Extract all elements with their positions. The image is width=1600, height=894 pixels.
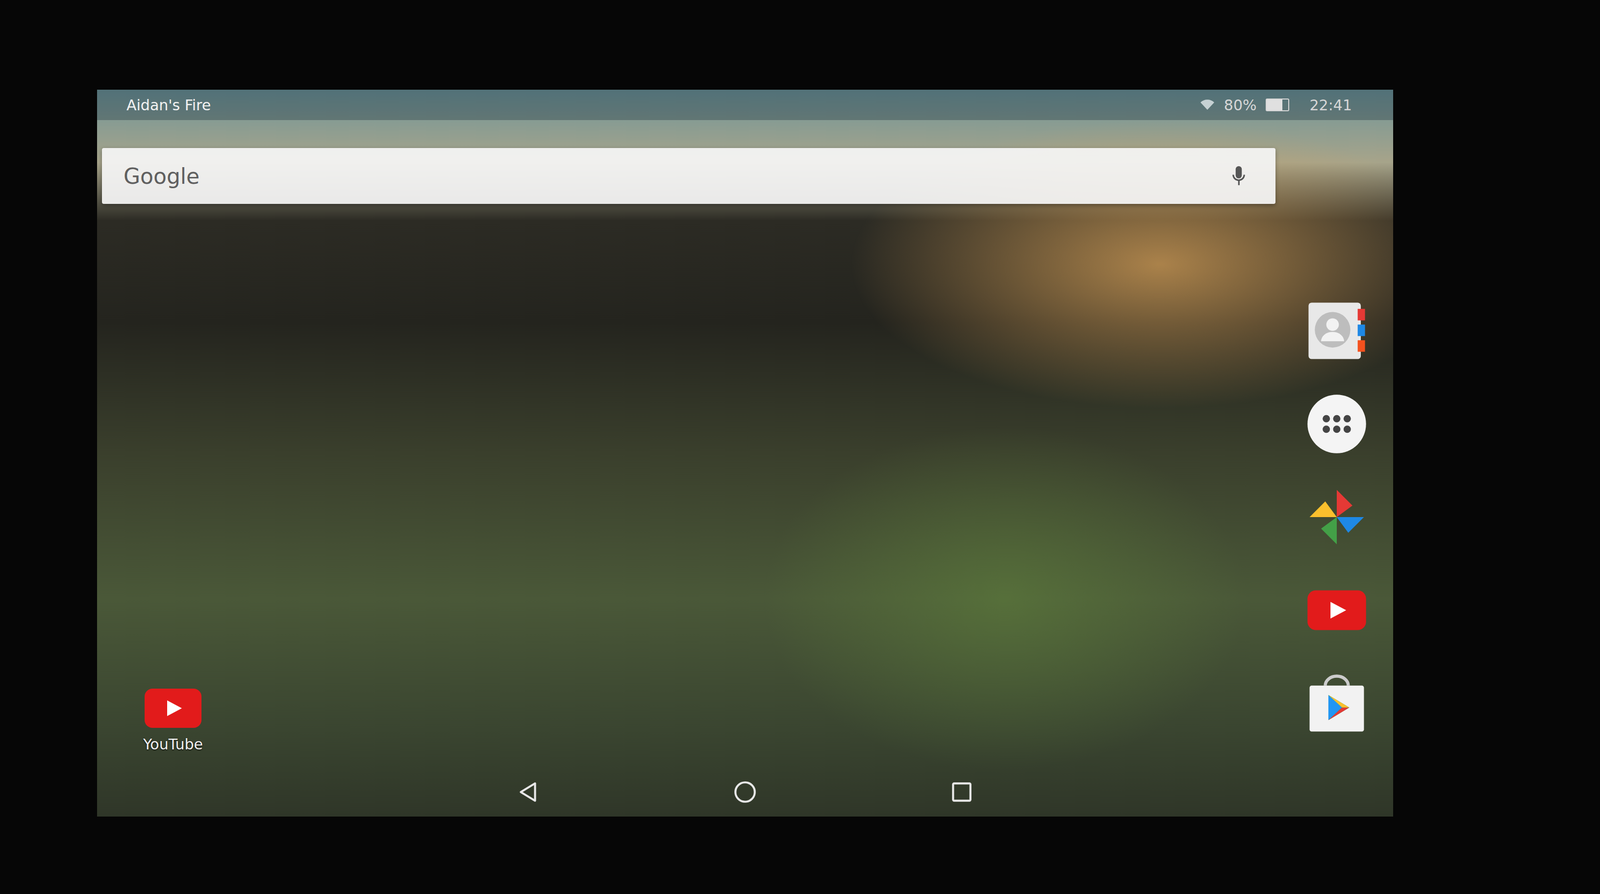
clock: 22:41 (1309, 96, 1352, 114)
youtube-icon[interactable] (143, 687, 203, 729)
wifi-icon (1199, 99, 1216, 111)
dock-app[interactable] (1305, 392, 1369, 456)
home-area: YouTube (97, 203, 1394, 768)
status-indicators: 80% 22:41 (1199, 96, 1352, 114)
status-bar: Aidan's Fire 80% 22:41 (97, 89, 1394, 121)
nav-button[interactable] (515, 779, 542, 805)
battery-percent: 80% (1224, 96, 1257, 114)
nav-button[interactable] (949, 779, 975, 805)
app-dock (1280, 203, 1394, 768)
play-store-icon[interactable] (1305, 672, 1369, 735)
wallpaper-photo: Aidan's Fire 80% 22:41 Google YouTube (97, 89, 1394, 817)
desktop: YouTube (97, 203, 1281, 768)
google-search-bar[interactable]: Google (101, 148, 1276, 204)
microphone-icon[interactable] (1231, 164, 1247, 188)
dock-app[interactable] (1305, 672, 1369, 735)
desktop-app[interactable]: YouTube (131, 687, 215, 753)
photos-pinwheel-icon[interactable] (1305, 485, 1369, 549)
recent-apps-icon[interactable] (949, 779, 975, 805)
battery-icon (1265, 98, 1290, 112)
app-label: YouTube (143, 735, 203, 753)
tablet-screen: Aidan's Fire 80% 22:41 Google YouTube (97, 89, 1394, 817)
device-name: Aidan's Fire (126, 96, 211, 114)
nav-button[interactable] (732, 779, 758, 805)
photo-background: Aidan's Fire 80% 22:41 Google YouTube (0, 0, 1600, 894)
battery-fill (1266, 99, 1283, 111)
back-icon[interactable] (515, 779, 542, 805)
app-drawer-icon[interactable] (1305, 392, 1369, 456)
home-icon[interactable] (732, 779, 758, 805)
dock-app[interactable] (1305, 299, 1369, 363)
contacts-icon[interactable] (1305, 299, 1369, 363)
youtube-icon[interactable] (1305, 578, 1369, 642)
search-placeholder: Google (123, 163, 200, 189)
navigation-bar (97, 767, 1394, 817)
dock-app[interactable] (1305, 485, 1369, 549)
dock-app[interactable] (1305, 578, 1369, 642)
